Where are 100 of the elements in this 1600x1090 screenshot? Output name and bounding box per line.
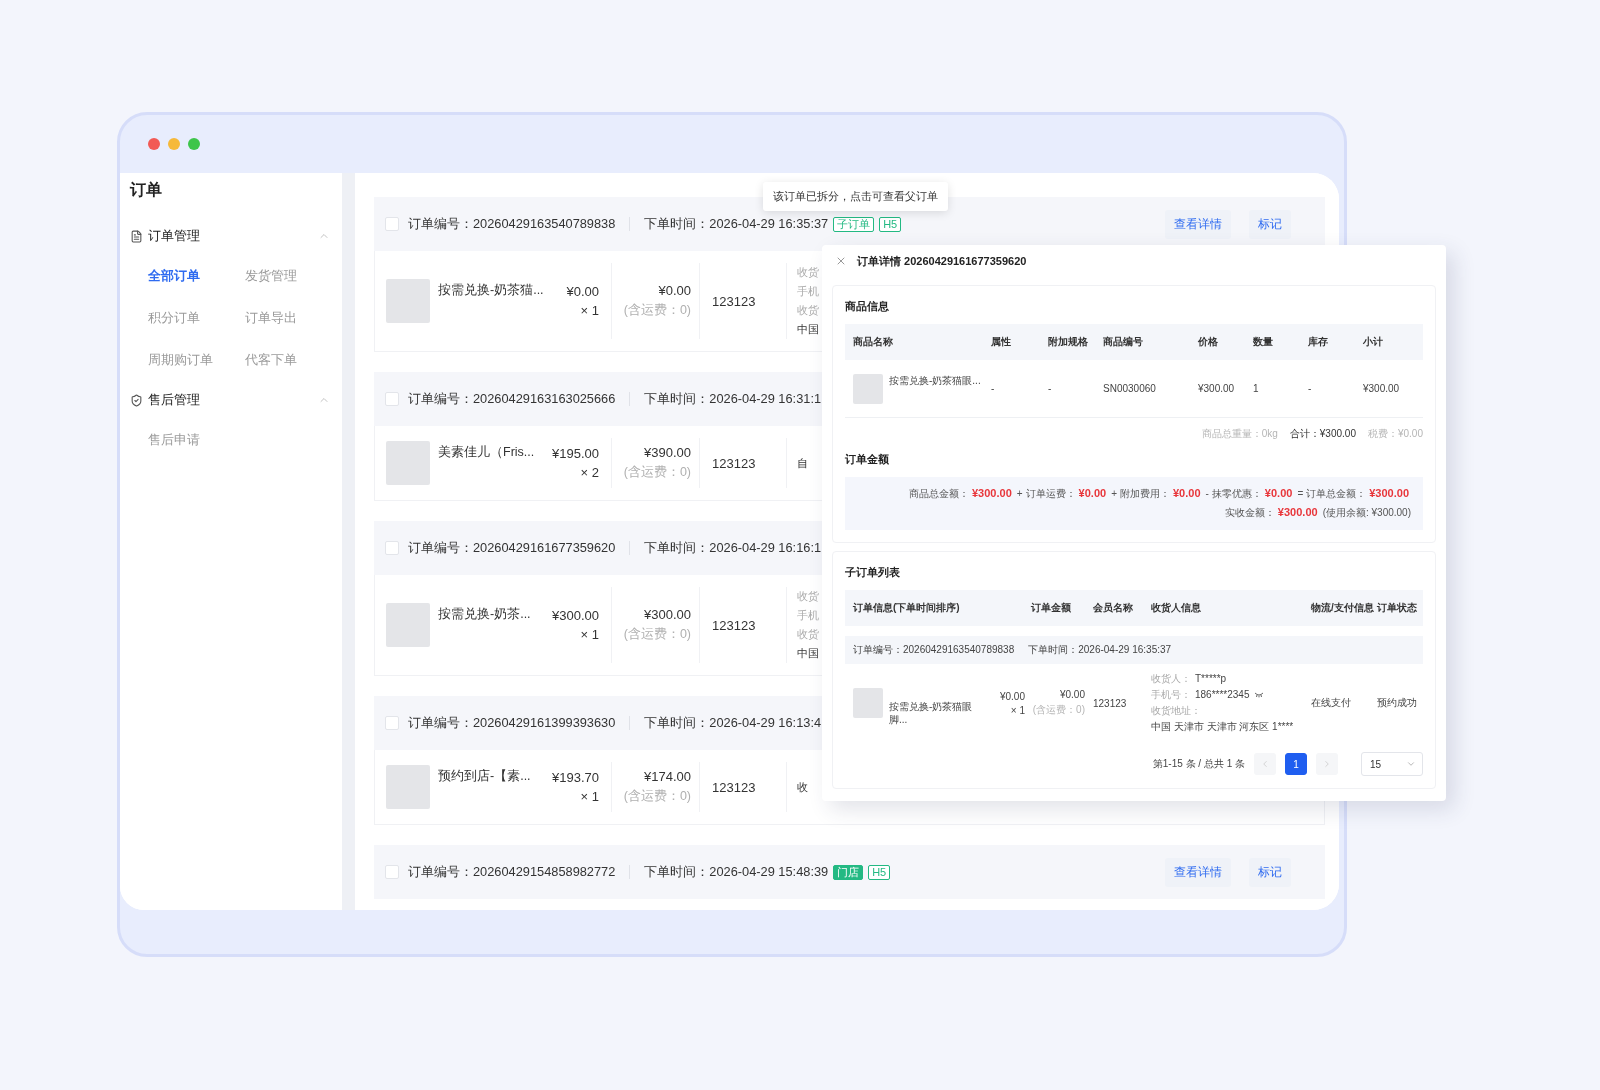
member-name: 123123 [712,455,756,471]
order-tag: 门店 [833,864,864,880]
photo-placeholder [386,603,430,647]
amount-value: ¥0.00 [1173,487,1201,499]
shipping-note: (含运费：0) [623,626,691,643]
balance-note: (使用余额: ¥300.00) [1322,506,1411,520]
page-size-select[interactable]: 15 [1361,752,1423,776]
receiver-value: 自 [797,455,808,471]
amount-label: 实收金额： [1224,506,1275,520]
receiver-label: 收货 [797,303,819,318]
member-name: 123123 [712,779,756,795]
column-header: 商品名称 [853,335,894,349]
sidebar-title: 订单 [130,180,163,200]
sidebar-item[interactable]: 售后申请 [148,419,200,461]
menu-group-header[interactable]: 订单管理 [130,224,330,248]
product-name: 美素佳儿（Fris... [438,444,536,460]
receiver-address: 中国 天津市 天津市 河东区 1**** [1151,720,1294,734]
photo-placeholder [853,688,883,718]
quantity: × 1 [580,303,599,318]
order-number: 订单编号：20260429161399393630 [408,714,616,732]
sidebar-item[interactable]: 积分订单 [148,297,200,339]
checkbox[interactable] [385,392,399,406]
drawer-title: 订单详情 20260429161677359620 [857,253,1027,269]
action-button[interactable]: 查看详情 [1165,857,1231,887]
checkbox[interactable] [385,541,399,555]
amount-value: ¥0.00 [1264,487,1293,499]
shipping-note: (含运费：0) [1032,703,1085,717]
zoom-dot-icon[interactable] [188,138,200,150]
order-time: 下单时间：2026-04-29 16:35:37 [1028,643,1172,657]
receiver-value: 中国 [797,322,819,337]
checkbox[interactable] [385,865,399,879]
menu-group-header[interactable]: 售后管理 [130,388,330,412]
sidebar-item[interactable]: 发货管理 [245,255,297,297]
order-number: 订单编号：20260429163163025666 [408,390,616,408]
checkbox[interactable] [385,217,399,231]
receiver-label: 手机号： [1151,688,1191,702]
table-cell-text: SN0030060 [1103,383,1157,394]
receiver-label: 手机 [797,284,819,299]
sidebar-item[interactable]: 全部订单 [148,255,200,297]
column-header: 订单信息(下单时间排序) [853,601,961,615]
order-number: 订单编号：20260429161677359620 [408,539,616,557]
quantity: × 2 [580,465,599,480]
column-header: 订单状态 [1377,601,1418,615]
close-dot-icon[interactable] [148,138,160,150]
table-cell-text: 1 [1253,383,1260,394]
close-icon [835,255,847,267]
chevron-left-icon [1260,759,1270,769]
chevron-right-icon [1322,759,1332,769]
product-name: 按需兑换-奶茶猫眼脚... [889,700,974,726]
order-number: 订单编号：20260429154858982772 [408,863,616,881]
shipping-note: (含运费：0) [623,464,691,481]
table-cell-text: ¥300.00 [1363,383,1401,394]
amount-value: ¥300.00 [1369,487,1409,499]
unit-price: ¥195.00 [552,446,599,461]
amount-label: 订单运费： [1025,487,1076,501]
receiver-label: 收货地址： [1151,704,1201,718]
minimize-dot-icon[interactable] [168,138,180,150]
order-time: 下单时间：2026-04-29 16:16:1 [644,539,822,557]
order-total: ¥300.00 [644,607,691,622]
order-tag: H5 [868,864,891,880]
unit-price: ¥0.00 [566,284,599,299]
close-button[interactable] [835,255,847,267]
document-icon [130,229,143,243]
order-total: ¥0.00 [658,283,691,298]
closed-eye-icon[interactable] [1253,692,1264,698]
product-name: 预约到店-【素... [438,768,532,784]
chevron-down-icon [1406,759,1416,769]
receiver-label: 收货 [797,627,819,642]
photo-placeholder [386,441,430,485]
column-header: 小计 [1363,335,1384,349]
action-button[interactable]: 标记 [1249,857,1291,887]
amount-label: 订单总金额： [1306,487,1367,501]
payment-method: 在线支付 [1311,696,1352,710]
column-header: 会员名称 [1093,601,1134,615]
quantity: × 1 [1010,704,1025,716]
order-number: 订单编号：20260429163540789838 [408,215,616,233]
action-button[interactable]: 标记 [1249,209,1291,239]
receiver-name: T*****p [1195,672,1227,686]
page-button[interactable]: 1 [1285,753,1307,775]
sidebar-item[interactable]: 代客下单 [245,339,297,381]
section-title: 子订单列表 [845,565,901,580]
amount-label: 附加费用： [1120,487,1170,501]
action-button[interactable]: 查看详情 [1165,209,1231,239]
order-time: 下单时间：2026-04-29 16:35:37 [644,215,829,233]
amount-value: ¥300.00 [972,487,1012,499]
table-cell-text: ¥300.00 [1198,383,1236,394]
quantity: × 1 [580,789,599,804]
member-name: 123123 [1093,697,1128,709]
order-total: ¥174.00 [644,769,691,784]
product-name: 按需兑换-奶茶... [438,606,532,622]
sidebar-item[interactable]: 周期购订单 [148,339,213,381]
amount-value: ¥0.00 [1078,487,1107,499]
receiver-label: 收货人： [1151,672,1191,686]
receiver-value: 收 [797,779,808,795]
operator: + [1016,488,1023,499]
photo-placeholder [386,279,430,323]
order-status: 预约成功 [1377,696,1418,710]
sidebar-item[interactable]: 订单导出 [245,297,297,339]
checkbox[interactable] [385,716,399,730]
column-header: 属性 [991,335,1012,349]
